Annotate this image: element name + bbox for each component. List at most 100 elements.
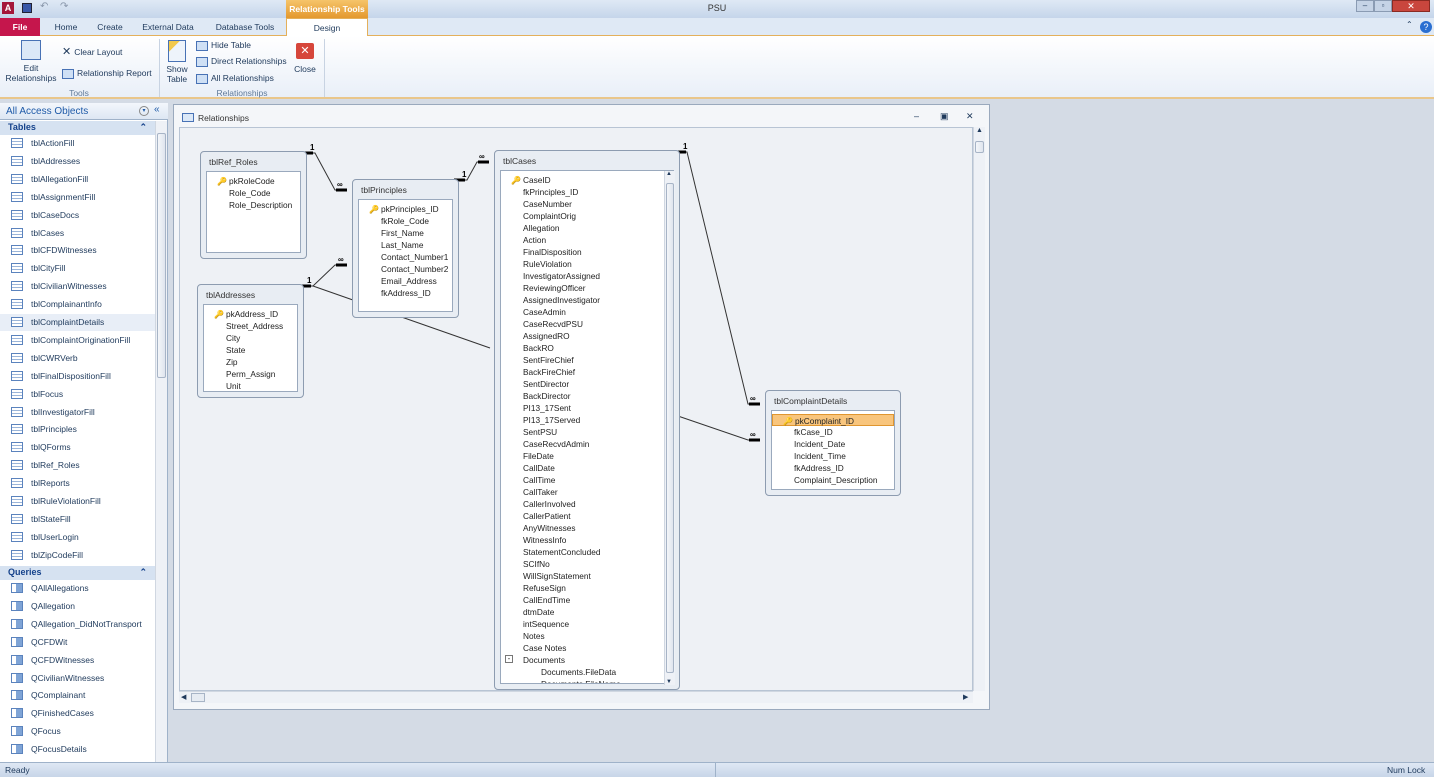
queries-group-header[interactable]: Queries ⌃	[0, 566, 155, 580]
collapse-group-icon[interactable]: ⌃	[139, 567, 147, 578]
field-row[interactable]: AssignedInvestigator	[501, 294, 673, 306]
field-row[interactable]: RuleViolation	[501, 258, 673, 270]
nav-table-item[interactable]: tblCWRVerb	[0, 350, 155, 367]
nav-table-item[interactable]: tblCases	[0, 225, 155, 242]
canvas-horizontal-scrollbar[interactable]: ◀ ▶	[179, 691, 973, 703]
field-row[interactable]: Incident_Time	[772, 450, 894, 462]
nav-query-item[interactable]: QFinishedCases	[0, 705, 155, 722]
field-row[interactable]: BackDirector	[501, 390, 673, 402]
field-row[interactable]: AnyWitnesses	[501, 522, 673, 534]
clear-layout-button[interactable]: ✕ Clear Layout	[62, 45, 122, 58]
nav-table-item[interactable]: tblFinalDispositionFill	[0, 368, 155, 385]
field-row[interactable]: Perm_Assign	[204, 368, 297, 380]
table-box-title[interactable]: tblPrinciples	[361, 185, 407, 195]
direct-relationships-button[interactable]: Direct Relationships	[196, 56, 287, 67]
tab-external-data[interactable]: External Data	[138, 18, 198, 36]
nav-table-item[interactable]: tblComplaintDetails	[0, 314, 155, 331]
field-list-thumb[interactable]	[666, 183, 674, 673]
field-row[interactable]: ComplaintOrig	[501, 210, 673, 222]
field-row[interactable]: City	[204, 332, 297, 344]
table-box-title[interactable]: tblRef_Roles	[209, 157, 258, 167]
field-row[interactable]: Incident_Date	[772, 438, 894, 450]
field-row[interactable]: StatementConcluded	[501, 546, 673, 558]
nav-pane-header[interactable]: All Access Objects ▾ «	[0, 103, 168, 120]
nav-table-item[interactable]: tblReports	[0, 475, 155, 492]
field-row[interactable]: AssignedRO	[501, 330, 673, 342]
nav-table-item[interactable]: tblComplaintOriginationFill	[0, 332, 155, 349]
nav-table-item[interactable]: tblRuleViolationFill	[0, 493, 155, 510]
nav-query-item[interactable]: QFocus	[0, 723, 155, 740]
field-row[interactable]: CallerPatient	[501, 510, 673, 522]
tables-group-header[interactable]: Tables ⌃	[0, 121, 155, 135]
close-relationships-button[interactable]: ✕ Close	[292, 43, 318, 74]
field-row[interactable]: BackRO	[501, 342, 673, 354]
scroll-down-icon[interactable]: ▼	[666, 679, 672, 685]
field-row[interactable]: PI13_17Served	[501, 414, 673, 426]
field-row[interactable]: Unit	[204, 380, 297, 391]
all-relationships-button[interactable]: All Relationships	[196, 73, 274, 84]
collapse-group-icon[interactable]: ⌃	[139, 122, 147, 133]
field-row[interactable]: Action	[501, 234, 673, 246]
field-row[interactable]: Last_Name	[359, 239, 452, 251]
field-row[interactable]: InvestigatorAssigned	[501, 270, 673, 282]
field-row[interactable]: fkRole_Code	[359, 215, 452, 227]
scroll-up-icon[interactable]: ▲	[976, 127, 983, 134]
scroll-right-icon[interactable]: ▶	[963, 693, 968, 701]
nav-query-item[interactable]: QComplainant	[0, 687, 155, 704]
relationships-canvas[interactable]: 1 ∞ 1 ∞ 1 ∞ 1 ∞ ∞ tblRef_Roles 🔑 pkRoleCod…	[179, 127, 973, 691]
nav-query-item[interactable]: QAllegation	[0, 598, 155, 615]
nav-table-item[interactable]: tblPrinciples	[0, 421, 155, 438]
field-row[interactable]: dtmDate	[501, 606, 673, 618]
field-row[interactable]: CallTime	[501, 474, 673, 486]
field-row[interactable]: CaseRecvdAdmin	[501, 438, 673, 450]
edit-relationships-button[interactable]: Edit Relationships	[3, 40, 59, 83]
field-row[interactable]: Contact_Number2	[359, 263, 452, 275]
field-row[interactable]: FileDate	[501, 450, 673, 462]
field-row[interactable]: SentFireChief	[501, 354, 673, 366]
canvas-vscroll-thumb[interactable]	[975, 141, 984, 153]
collapse-field-icon[interactable]: -	[505, 655, 513, 663]
nav-table-item[interactable]: tblStateFill	[0, 511, 155, 528]
table-box-title[interactable]: tblCases	[503, 156, 536, 166]
nav-table-item[interactable]: tblCFDWitnesses	[0, 242, 155, 259]
table-box-tblref-roles[interactable]: tblRef_Roles 🔑 pkRoleCode Role_Code Role_Des…	[200, 151, 307, 259]
nav-table-item[interactable]: tblComplainantInfo	[0, 296, 155, 313]
nav-query-item[interactable]: QAllegation_DidNotTransport	[0, 616, 155, 633]
field-row[interactable]: Role_Code	[207, 187, 300, 199]
nav-query-item[interactable]: QCFDWit	[0, 634, 155, 651]
nav-table-item[interactable]: tblInvestigatorFill	[0, 404, 155, 421]
hide-table-button[interactable]: Hide Table	[196, 40, 251, 51]
nav-table-item[interactable]: tblUserLogin	[0, 529, 155, 546]
field-row[interactable]: Complaint_Description	[772, 474, 894, 486]
table-box-title[interactable]: tblAddresses	[206, 290, 255, 300]
tab-create[interactable]: Create	[90, 18, 130, 36]
field-row[interactable]: WitnessInfo	[501, 534, 673, 546]
field-row[interactable]: SCIfNo	[501, 558, 673, 570]
field-row[interactable]: Email_Address	[359, 275, 452, 287]
tab-database-tools[interactable]: Database Tools	[210, 18, 280, 36]
nav-query-item[interactable]: QCivilianWitnesses	[0, 670, 155, 687]
nav-table-item[interactable]: tblZipCodeFill	[0, 547, 155, 564]
nav-table-item[interactable]: tblRef_Roles	[0, 457, 155, 474]
field-row[interactable]: Role_Description	[207, 199, 300, 211]
tab-home[interactable]: Home	[46, 18, 86, 36]
field-row[interactable]: First_Name	[359, 227, 452, 239]
field-row[interactable]: Documents.FileName	[501, 678, 673, 683]
relationship-report-button[interactable]: Relationship Report	[62, 68, 152, 79]
field-row[interactable]: CallDate	[501, 462, 673, 474]
show-table-button[interactable]: Show Table	[163, 40, 191, 84]
nav-query-item[interactable]: QCFDWitnesses	[0, 652, 155, 669]
field-row[interactable]: RefuseSign	[501, 582, 673, 594]
field-row[interactable]: fkAddress_ID	[772, 462, 894, 474]
doc-restore-button[interactable]: ▣	[940, 111, 949, 122]
field-row[interactable]: ReviewingOfficer	[501, 282, 673, 294]
collapse-nav-icon[interactable]: «	[154, 104, 160, 115]
nav-table-item[interactable]: tblAddresses	[0, 153, 155, 170]
field-row[interactable]: 🔑 pkPrinciples_ID	[359, 203, 452, 215]
field-row[interactable]: Zip	[204, 356, 297, 368]
nav-table-item[interactable]: tblAssignmentFill	[0, 189, 155, 206]
nav-table-item[interactable]: tblCityFill	[0, 260, 155, 277]
field-row[interactable]: - Documents	[501, 654, 673, 666]
canvas-vertical-scrollbar[interactable]: ▲	[973, 127, 985, 691]
field-row[interactable]: WillSignStatement	[501, 570, 673, 582]
